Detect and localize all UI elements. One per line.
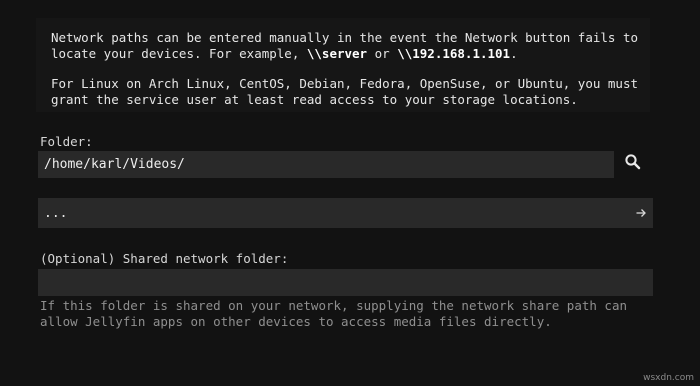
- info-line-2: locate your devices. For example, \\serv…: [51, 46, 518, 62]
- arrow-right-icon: [635, 207, 647, 219]
- folder-input[interactable]: [38, 151, 614, 178]
- shared-folder-input[interactable]: [38, 269, 653, 296]
- help-line-1: If this folder is shared on your network…: [40, 298, 627, 313]
- ip-example: \\192.168.1.101: [397, 46, 511, 61]
- info-line-1: Network paths can be entered manually in…: [51, 30, 638, 45]
- info-line-2-post: .: [510, 46, 518, 61]
- folder-label: Folder:: [40, 134, 93, 149]
- search-icon[interactable]: [624, 153, 642, 171]
- watermark: wsxdn.com: [643, 373, 694, 383]
- folder-path-row[interactable]: ...: [38, 198, 653, 228]
- shared-folder-help: If this folder is shared on your network…: [40, 298, 640, 330]
- help-line-2: allow Jellyfin apps on other devices to …: [40, 314, 552, 329]
- info-line-2-pre: locate your devices. For example,: [51, 46, 307, 61]
- network-path-info-box: Network paths can be entered manually in…: [36, 18, 650, 112]
- info-line-2-mid: or: [367, 46, 398, 61]
- info-line-4: grant the service user at least read acc…: [51, 92, 578, 107]
- info-line-3: For Linux on Arch Linux, CentOS, Debian,…: [51, 76, 638, 91]
- add-media-folder-dialog: Network paths can be entered manually in…: [0, 0, 700, 386]
- folder-path-text: ...: [44, 205, 68, 221]
- server-example: \\server: [306, 46, 368, 61]
- shared-folder-label: (Optional) Shared network folder:: [40, 251, 289, 266]
